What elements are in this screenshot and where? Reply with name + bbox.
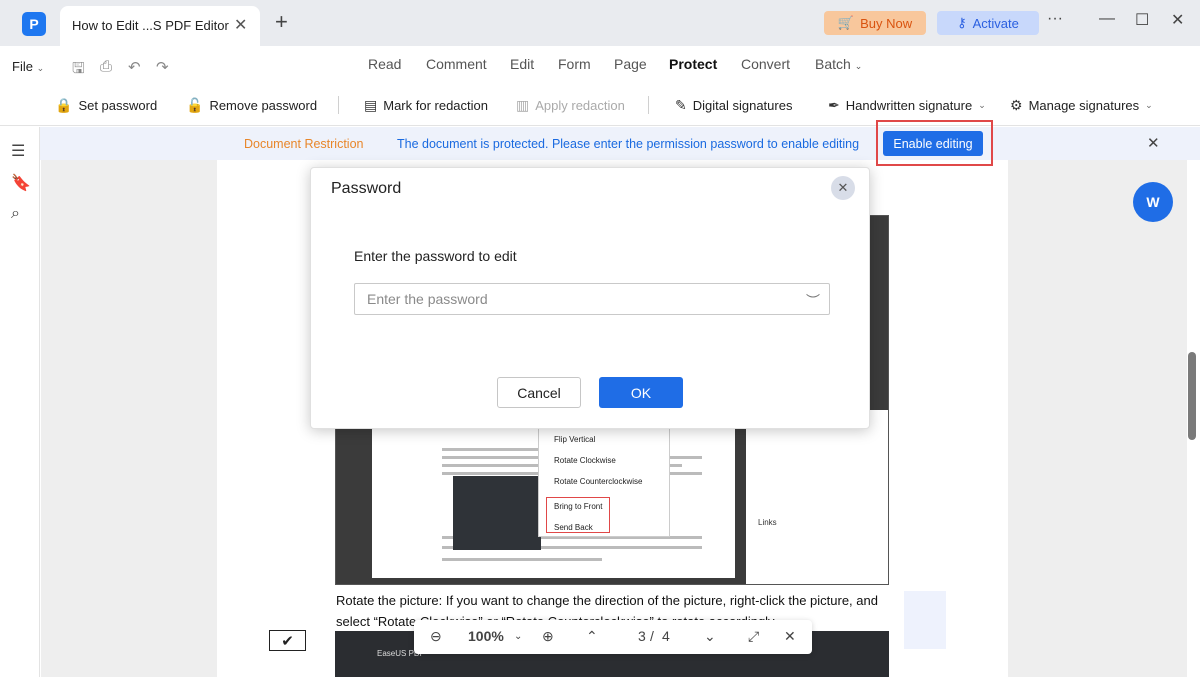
left-sidebar: ☰ 🔖 ⌕ — [0, 127, 40, 677]
enable-editing-button[interactable]: Enable editing — [883, 131, 983, 156]
search-icon[interactable]: ⌕ — [11, 205, 20, 223]
set-password-button[interactable]: 🔒 Set password — [55, 97, 157, 114]
embedded-thumbnail — [453, 476, 541, 550]
zoom-bar: ⊖ 100% ⌄ ⊕ ⌃ 3 / 4 ⌄ ⤢ ✕ — [414, 620, 812, 654]
password-input[interactable] — [354, 283, 830, 315]
apply-redaction-button[interactable]: ▥ Apply redaction — [516, 97, 625, 114]
file-menu-label: File — [12, 59, 33, 74]
mark-for-redaction-label: Mark for redaction — [383, 98, 488, 113]
manage-signatures-icon: ⚙ — [1010, 97, 1023, 113]
handwritten-signature-button[interactable]: ✒ Handwritten signature ⌄ — [828, 97, 986, 114]
digital-signatures-label: Digital signatures — [692, 98, 793, 113]
signature-pen-icon: ✒ — [828, 97, 840, 113]
file-menu[interactable]: File ⌄ — [12, 59, 44, 74]
total-pages: 4 — [662, 628, 670, 644]
selection-box — [904, 591, 946, 649]
redo-icon[interactable]: ↷ — [156, 58, 169, 76]
highlight-box — [546, 497, 610, 533]
menu-batch-label: Batch — [815, 56, 851, 72]
next-page-icon[interactable]: ⌄ — [704, 628, 716, 645]
chevron-down-icon: ⌄ — [978, 100, 986, 110]
hide-password-icon[interactable]: ︶ — [806, 291, 820, 311]
lock-icon: 🔒 — [55, 97, 73, 113]
bookmark-icon[interactable]: 🔖 — [11, 173, 31, 193]
maximize-button[interactable]: ☐ — [1135, 10, 1149, 30]
menu-convert[interactable]: Convert — [741, 56, 790, 72]
zoom-in-icon[interactable]: ⊕ — [542, 628, 554, 645]
cart-icon: 🛒 — [837, 15, 855, 30]
password-label: Enter the password to edit — [354, 248, 517, 264]
more-options-icon[interactable]: ··· — [1047, 10, 1063, 28]
digital-signatures-button[interactable]: ✎ Digital signatures — [675, 97, 792, 114]
chevron-down-icon: ⌄ — [36, 63, 45, 73]
dialog-title: Password — [331, 180, 402, 197]
chevron-down-icon[interactable]: ⌄ — [514, 631, 522, 642]
context-rotate-clockwise: Rotate Clockwise — [554, 456, 616, 465]
redaction-icon: ▤ — [364, 97, 378, 113]
close-restriction-icon[interactable]: ✕ — [1147, 134, 1160, 152]
dialog-close-icon[interactable]: ✕ — [831, 176, 855, 200]
menu-bar: File ⌄ 🖫 ⎙ ↶ ↷ Read Comment Edit Form Pa… — [0, 46, 1200, 84]
chevron-down-icon: ⌄ — [854, 61, 863, 71]
title-bar: P How to Edit ...S PDF Editor ✕ + 🛒 Buy … — [0, 0, 1200, 46]
protect-toolbar: 🔒 Set password 🔓 Remove password ▤ Mark … — [0, 84, 1200, 126]
cancel-button[interactable]: Cancel — [497, 377, 581, 408]
props-links-label: Links — [758, 518, 777, 527]
app-logo-icon: P — [22, 12, 46, 36]
menu-form[interactable]: Form — [558, 56, 591, 72]
fit-page-icon[interactable]: ⤢ — [748, 628, 759, 645]
zoom-out-icon[interactable]: ⊖ — [430, 628, 442, 645]
manage-signatures-button[interactable]: ⚙ Manage signatures ⌄ — [1010, 97, 1153, 114]
menu-comment[interactable]: Comment — [426, 56, 487, 72]
activate-button[interactable]: ⚷ Activate — [937, 11, 1039, 35]
save-icon[interactable]: 🖫 — [72, 58, 85, 83]
chevron-down-icon: ⌄ — [1145, 100, 1153, 110]
remove-password-button[interactable]: 🔓 Remove password — [186, 97, 317, 114]
handwritten-signature-label: Handwritten signature — [845, 98, 973, 113]
document-tab-title: How to Edit ...S PDF Editor — [72, 18, 229, 33]
apply-redaction-icon: ▥ — [516, 97, 530, 113]
close-zoom-bar-icon[interactable]: ✕ — [784, 628, 796, 645]
context-flip-vertical: Flip Vertical — [554, 435, 596, 444]
thumbnails-icon[interactable]: ☰ — [11, 141, 25, 161]
print-icon[interactable]: ⎙ — [100, 58, 112, 75]
menu-edit[interactable]: Edit — [510, 56, 534, 72]
context-rotate-counterclockwise: Rotate Counterclockwise — [554, 477, 643, 486]
close-tab-icon[interactable]: ✕ — [234, 15, 247, 35]
current-page[interactable]: 3 — [638, 628, 646, 644]
menu-protect[interactable]: Protect — [669, 56, 717, 72]
toolbar-divider — [648, 96, 649, 114]
checkbox[interactable]: ✔ — [269, 630, 306, 651]
buy-now-label: Buy Now — [860, 15, 913, 31]
remove-password-label: Remove password — [209, 98, 318, 113]
toolbar-divider — [338, 96, 339, 114]
apply-redaction-label: Apply redaction — [535, 98, 625, 113]
new-tab-button[interactable]: + — [275, 11, 288, 33]
convert-to-word-button[interactable]: W — [1133, 182, 1173, 222]
restriction-label: Document Restriction — [244, 137, 364, 151]
prev-page-icon[interactable]: ⌃ — [586, 628, 598, 645]
page-separator: / — [650, 628, 654, 644]
mark-for-redaction-button[interactable]: ▤ Mark for redaction — [364, 97, 488, 114]
zoom-level[interactable]: 100% — [468, 628, 504, 644]
undo-icon[interactable]: ↶ — [128, 58, 141, 76]
paragraph-line-1: Rotate the picture: If you want to chang… — [336, 593, 878, 608]
minimize-button[interactable]: — — [1099, 10, 1115, 28]
restriction-message: The document is protected. Please enter … — [397, 137, 860, 151]
menu-batch[interactable]: Batch ⌄ — [815, 56, 862, 72]
ok-button[interactable]: OK — [599, 377, 683, 408]
unlock-icon: 🔓 — [186, 97, 204, 113]
menu-read[interactable]: Read — [368, 56, 401, 72]
pen-icon: ✎ — [675, 97, 687, 113]
manage-signatures-label: Manage signatures — [1028, 98, 1140, 113]
menu-page[interactable]: Page — [614, 56, 647, 72]
activate-label: Activate — [972, 15, 1019, 31]
close-window-button[interactable]: ✕ — [1171, 10, 1184, 30]
document-tab[interactable]: How to Edit ...S PDF Editor ✕ — [60, 6, 260, 46]
buy-now-button[interactable]: 🛒 Buy Now — [824, 11, 926, 35]
vertical-scrollbar[interactable] — [1188, 352, 1196, 440]
set-password-label: Set password — [78, 98, 158, 113]
embedded-properties-panel: Links — [746, 410, 888, 584]
key-icon: ⚷ — [957, 15, 967, 30]
